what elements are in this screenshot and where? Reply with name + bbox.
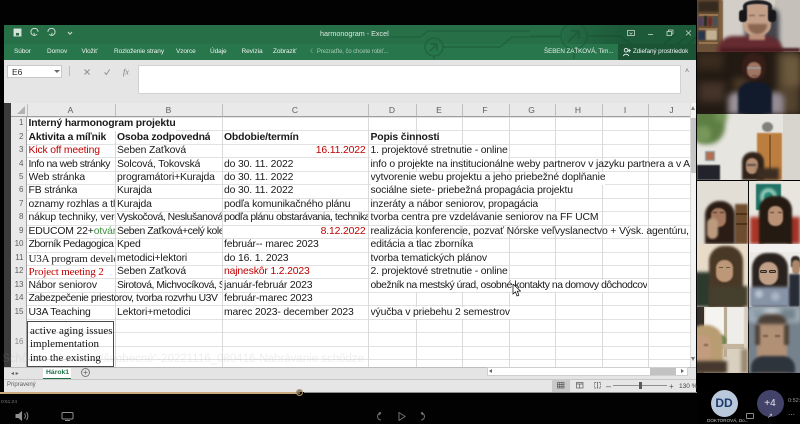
svg-text:fx: fx — [123, 68, 129, 77]
